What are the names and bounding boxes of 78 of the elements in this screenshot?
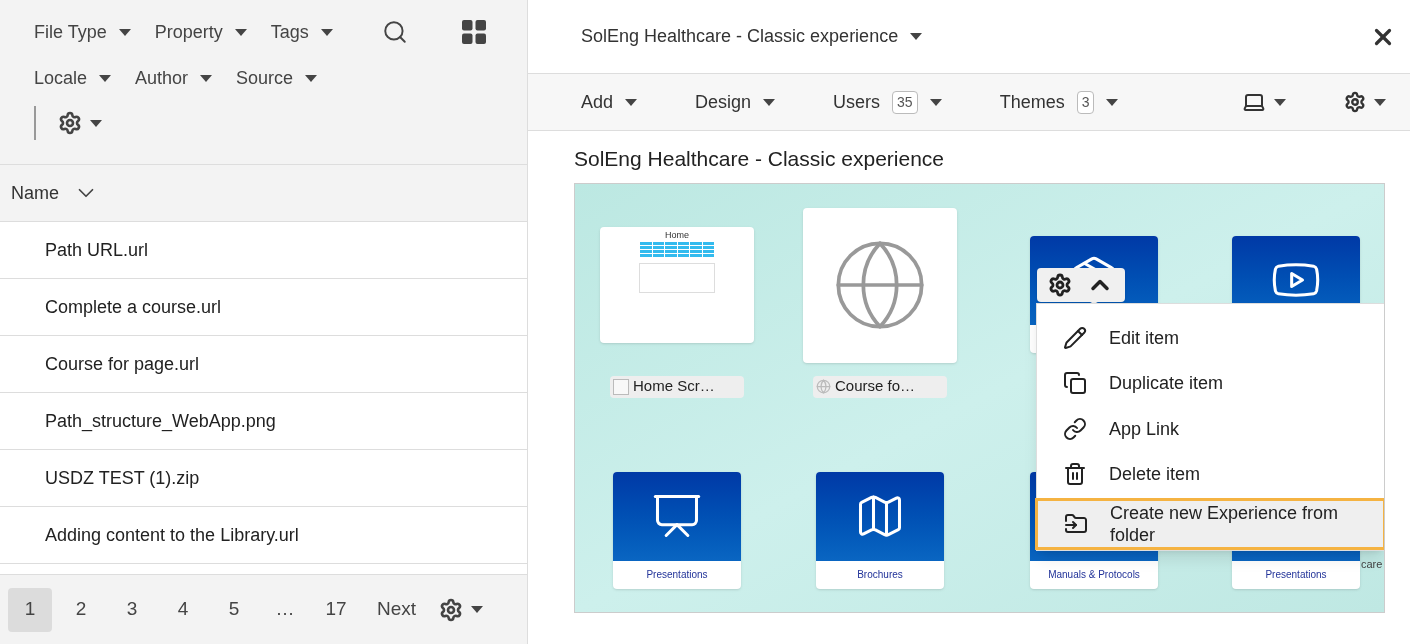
item-label-text: care — [1361, 556, 1383, 572]
filter-dropdown[interactable]: File Type — [34, 18, 131, 46]
page-button[interactable]: 1 — [8, 587, 52, 632]
thumbnail-title: Home — [665, 229, 689, 240]
settings-dropdown[interactable] — [439, 597, 484, 622]
caret-icon — [763, 98, 776, 106]
screenshot-thumbnail[interactable]: Home — [600, 226, 754, 343]
menu-item[interactable]: App Link — [1037, 405, 1384, 452]
menu-item[interactable]: Edit item — [1037, 315, 1384, 361]
item-label[interactable]: Course fo… — [813, 375, 947, 398]
settings-icon — [439, 597, 464, 622]
page-button[interactable]: 5 — [212, 587, 256, 632]
filter-dropdown[interactable]: Property — [154, 18, 247, 46]
file-name[interactable]: Complete a course.url — [45, 293, 222, 321]
page-button[interactable]: 3 — [110, 587, 154, 632]
file-name[interactable]: Adding content to the Library.url — [45, 521, 299, 549]
caret-icon — [625, 98, 638, 106]
item-label-text: Course fo… — [835, 376, 916, 397]
folder-tile[interactable]: Presentations — [613, 471, 741, 589]
tile-label: Brochures — [856, 568, 904, 582]
file-name[interactable]: USDZ TEST (1).zip — [45, 464, 200, 492]
filter-dropdown[interactable]: Author — [135, 64, 213, 92]
toolbar-dropdown[interactable]: Add — [581, 88, 638, 116]
file-name[interactable]: Course for page.url — [45, 350, 200, 378]
settings-icon — [58, 111, 82, 135]
caret-icon — [1274, 98, 1286, 106]
count-badge: 3 — [1076, 90, 1095, 114]
caret-icon — [1374, 98, 1386, 106]
page-button[interactable]: 2 — [59, 587, 103, 632]
caret-icon — [320, 28, 333, 36]
folder-icon — [1064, 511, 1088, 536]
search-icon[interactable] — [381, 19, 408, 45]
trash-icon — [1063, 461, 1087, 486]
toolbar-dropdown[interactable]: Design — [695, 88, 776, 116]
item-label-text: Home Scr… — [633, 376, 715, 397]
caret-icon — [234, 28, 247, 36]
caret-icon — [118, 28, 131, 36]
filter-dropdown[interactable]: Tags — [270, 18, 333, 46]
copy-icon — [1063, 371, 1087, 396]
pencil-icon — [1063, 326, 1087, 351]
link-icon — [1063, 416, 1087, 441]
caret-icon — [471, 606, 484, 613]
settings-dropdown[interactable] — [1344, 91, 1386, 113]
folder-tile[interactable]: Brochures — [816, 471, 944, 589]
experience-heading: SolEng Healthcare - Classic experience — [574, 147, 944, 170]
toolbar-dropdown[interactable]: Themes 3 — [999, 88, 1119, 116]
link-thumbnail[interactable] — [803, 207, 957, 363]
globe-icon — [816, 379, 831, 394]
settings-icon — [1344, 91, 1366, 113]
caret-icon — [99, 74, 112, 82]
menu-item[interactable]: Delete item — [1037, 451, 1384, 497]
file-name[interactable]: Path URL.url — [45, 236, 149, 264]
page-button[interactable]: 17 — [314, 587, 358, 632]
page-button[interactable]: 4 — [161, 587, 205, 632]
caret-icon — [90, 119, 102, 127]
menu-item[interactable]: Create new Experience from folder — [1035, 498, 1384, 550]
experience-title-dropdown[interactable]: SolEng Healthcare - Classic experience — [581, 23, 923, 50]
item-label[interactable]: Home Scr… — [610, 375, 744, 398]
file-name[interactable]: Path_structure_WebApp.png — [45, 407, 276, 435]
filter-dropdown[interactable]: Source — [236, 64, 318, 92]
next-button[interactable]: Next — [365, 587, 429, 632]
menu-item[interactable]: Duplicate item — [1037, 360, 1384, 406]
settings-icon[interactable] — [1048, 272, 1072, 297]
settings-dropdown[interactable] — [58, 111, 102, 135]
tile-label: Manuals & Protocols — [1047, 568, 1141, 582]
caret-icon — [910, 33, 923, 40]
toolbar-dropdown[interactable]: Users 35 — [833, 88, 942, 116]
page-button[interactable]: … — [263, 587, 307, 632]
grid-view-icon[interactable] — [461, 20, 486, 44]
caret-icon — [1106, 98, 1119, 106]
caret-icon — [929, 98, 942, 106]
tile-label: Presentations — [645, 568, 709, 582]
column-header[interactable]: Name — [11, 179, 59, 207]
caret-icon — [305, 74, 318, 82]
filter-dropdown[interactable]: Locale — [34, 64, 112, 92]
tile-label: Presentations — [1264, 568, 1328, 582]
caret-icon — [200, 74, 213, 82]
count-badge: 35 — [892, 90, 918, 114]
